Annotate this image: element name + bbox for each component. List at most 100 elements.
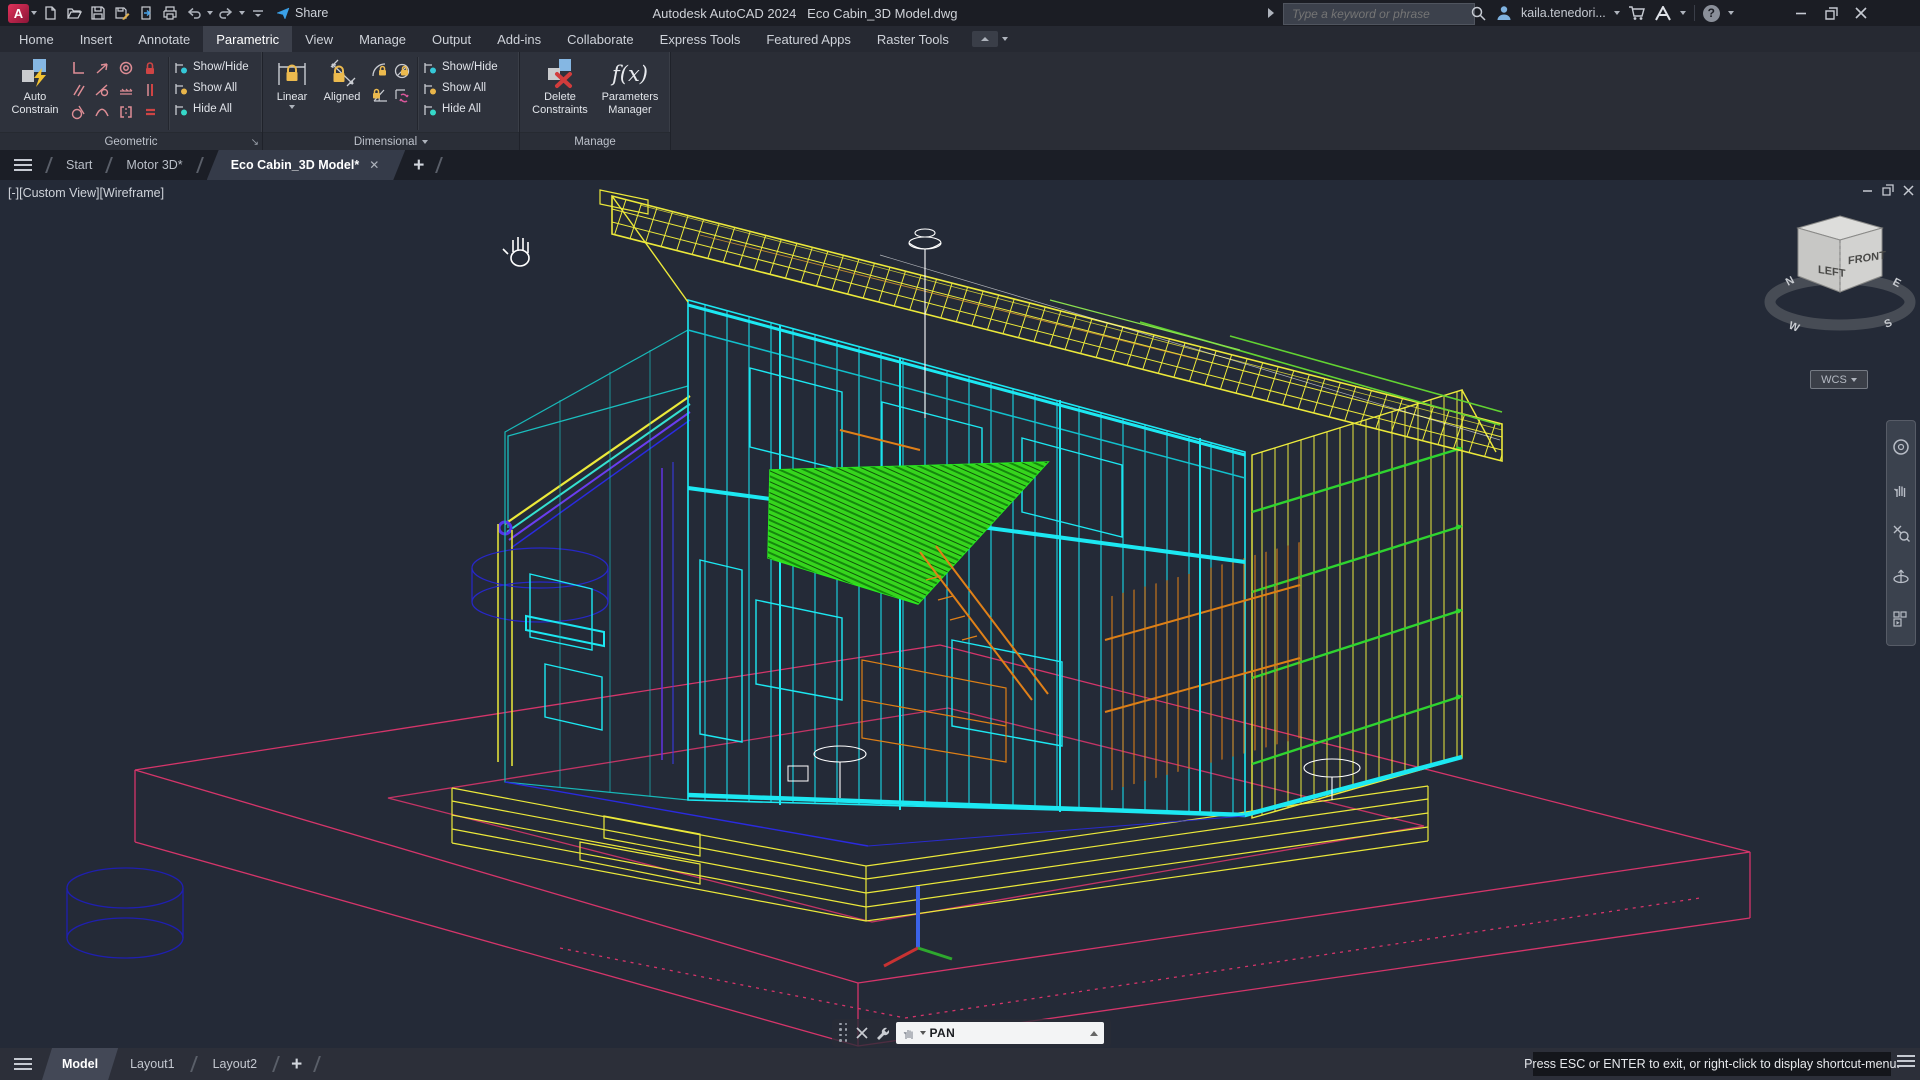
parameters-manager-button[interactable]: f(x) Parameters Manager (596, 55, 664, 117)
aligned-dimension-button[interactable]: Aligned (315, 55, 369, 104)
share-button[interactable]: Share (271, 2, 332, 24)
equal-constraint-icon[interactable] (142, 104, 158, 120)
geometric-launcher-icon[interactable]: ↘ (251, 138, 259, 148)
manage-panel-title[interactable]: Manage (520, 132, 670, 150)
undo-caret-icon[interactable] (207, 11, 213, 15)
geometric-show-hide-button[interactable]: Show/Hide (173, 58, 255, 76)
geometric-hide-all-button[interactable]: Hide All (173, 100, 255, 118)
layout1-tab[interactable]: Layout1 (118, 1048, 186, 1080)
autocad-logo[interactable]: A (8, 3, 29, 23)
file-tab-motor3d[interactable]: Motor 3D* (116, 150, 192, 180)
wcs-dropdown[interactable]: WCS (1810, 370, 1868, 389)
perpendicular-constraint-icon[interactable] (70, 60, 86, 76)
geometric-show-all-button[interactable]: Show All (173, 79, 255, 97)
search-expand-icon[interactable] (1268, 8, 1274, 18)
layout2-tab[interactable]: Layout2 (201, 1048, 269, 1080)
autodesk-caret-icon[interactable] (1679, 11, 1686, 15)
viewcube[interactable]: N E S W LEFT FRONT (1762, 206, 1918, 356)
viewport-minimize-icon[interactable] (1862, 185, 1873, 196)
auto-constrain-button[interactable]: Auto Constrain (6, 55, 64, 117)
undo-button[interactable] (183, 2, 205, 24)
username-label[interactable]: kaila.tenedori... (1521, 6, 1606, 20)
coincident-constraint-icon[interactable] (94, 60, 110, 76)
zoom-tool-icon[interactable] (1892, 524, 1910, 542)
save-button[interactable] (87, 2, 109, 24)
minimize-button[interactable] (1786, 0, 1816, 26)
new-drawing-button[interactable]: + (413, 156, 424, 175)
viewport-visual-style-control[interactable]: [Wireframe] (99, 186, 164, 200)
ribbon-toggle-caret-icon[interactable] (1001, 37, 1008, 41)
file-tab-start[interactable]: Start (56, 150, 102, 180)
close-button[interactable] (1846, 0, 1876, 26)
tab-raster-tools[interactable]: Raster Tools (864, 26, 962, 52)
tangent-circle-constraint-icon[interactable] (70, 104, 86, 120)
viewport-close-icon[interactable] (1903, 184, 1914, 196)
command-options-caret-icon[interactable] (919, 1031, 926, 1035)
search-input[interactable] (1290, 6, 1468, 22)
tab-annotate[interactable]: Annotate (125, 26, 203, 52)
tangent-constraint-icon[interactable] (94, 82, 110, 98)
status-menu-icon[interactable] (14, 1058, 32, 1070)
command-close-icon[interactable] (855, 1027, 868, 1039)
save-as-button[interactable] (111, 2, 133, 24)
collinear-constraint-icon[interactable] (118, 82, 134, 98)
pan-tool-icon[interactable] (1892, 481, 1910, 499)
status-customize-icon[interactable] (1897, 1055, 1915, 1067)
model-tab[interactable]: Model (42, 1048, 118, 1080)
tab-featured-apps[interactable]: Featured Apps (753, 26, 864, 52)
help-caret-icon[interactable] (1727, 11, 1734, 15)
new-layout-button[interactable]: + (291, 1055, 302, 1074)
tab-collaborate[interactable]: Collaborate (554, 26, 647, 52)
command-input[interactable]: PAN (895, 1022, 1104, 1044)
tab-add-ins[interactable]: Add-ins (484, 26, 554, 52)
dimensional-hide-all-button[interactable]: Hide All (422, 100, 504, 118)
smooth-constraint-icon[interactable] (94, 104, 110, 120)
nav-wheel-icon[interactable] (1892, 438, 1910, 456)
tab-home[interactable]: Home (6, 26, 67, 52)
arc-length-constraint-icon[interactable] (371, 62, 389, 80)
viewport-menu-control[interactable]: [-] (8, 186, 19, 200)
tab-view[interactable]: View (292, 26, 346, 52)
linear-caret-icon[interactable] (289, 104, 295, 109)
user-avatar-icon[interactable] (1495, 4, 1513, 22)
search-box[interactable] (1283, 3, 1475, 25)
command-customize-icon[interactable] (875, 1026, 889, 1040)
delete-constraints-button[interactable]: Delete Constraints (528, 55, 592, 117)
showmotion-icon[interactable] (1892, 610, 1910, 628)
dimensional-show-hide-button[interactable]: Show/Hide (422, 58, 504, 76)
search-icon[interactable] (1470, 5, 1487, 22)
user-menu-caret-icon[interactable] (1613, 11, 1620, 15)
linear-dimension-button[interactable]: Linear (269, 55, 315, 109)
autodesk-a-icon[interactable] (1654, 5, 1672, 21)
vertical-constraint-icon[interactable] (142, 82, 158, 98)
convert-constraint-icon[interactable] (393, 86, 411, 104)
viewport-restore-icon[interactable] (1882, 184, 1894, 196)
redo-caret-icon[interactable] (239, 11, 245, 15)
tab-parametric[interactable]: Parametric (203, 26, 293, 52)
app-menu-caret-icon[interactable] (31, 11, 37, 15)
dimensional-panel-title[interactable]: Dimensional (263, 132, 519, 150)
cart-icon[interactable] (1628, 5, 1646, 21)
ribbon-display-toggle[interactable] (971, 26, 1008, 52)
open-file-button[interactable] (63, 2, 85, 24)
diameter-constraint-icon[interactable] (393, 62, 411, 80)
angular-constraint-icon[interactable] (371, 86, 389, 104)
tab-express-tools[interactable]: Express Tools (647, 26, 754, 52)
tab-manage[interactable]: Manage (346, 26, 419, 52)
file-tabs-menu-icon[interactable] (14, 159, 32, 171)
geometric-panel-title[interactable]: Geometric ↘ (0, 132, 262, 150)
dimensional-panel-caret-icon[interactable] (422, 139, 429, 144)
drawing-canvas[interactable]: [-] [Custom View] [Wireframe] N E S W LE… (0, 180, 1920, 1048)
close-tab-icon[interactable]: ✕ (369, 158, 379, 172)
command-history-caret-icon[interactable] (1089, 1030, 1098, 1036)
orbit-tool-icon[interactable] (1892, 567, 1910, 585)
fix-constraint-icon[interactable] (142, 60, 158, 76)
restore-button[interactable] (1816, 0, 1846, 26)
tab-insert[interactable]: Insert (67, 26, 126, 52)
viewport-view-control[interactable]: [Custom View] (19, 186, 99, 200)
qat-customize-button[interactable] (247, 2, 269, 24)
plot-button[interactable] (159, 2, 181, 24)
command-dock-grip[interactable] (839, 1022, 849, 1044)
redo-button[interactable] (215, 2, 237, 24)
new-file-button[interactable] (39, 2, 61, 24)
